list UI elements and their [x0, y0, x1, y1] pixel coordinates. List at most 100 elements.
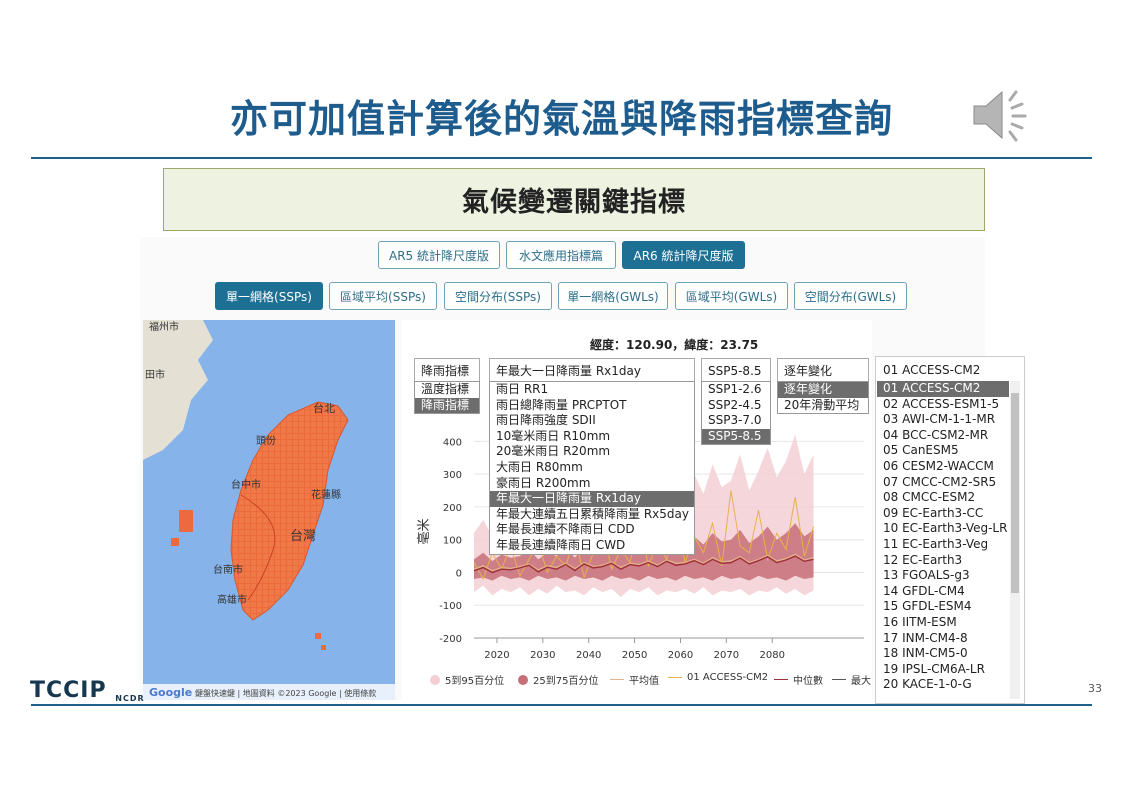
legend-mean-label: 平均值 — [629, 676, 659, 687]
legend-median-label: 中位數 — [793, 676, 823, 687]
index-option[interactable]: 豪雨日 R200mm — [490, 476, 694, 492]
index-option[interactable]: 年最長連續不降雨日 CDD — [490, 522, 694, 538]
taiwan-grid[interactable] — [230, 401, 349, 621]
category-option-rain[interactable]: 降雨指標 — [415, 397, 479, 414]
category-select[interactable]: 降雨指標 — [414, 358, 480, 382]
scenario-option[interactable]: SSP3-7.0 — [702, 413, 770, 429]
legend-model-swatch — [668, 677, 682, 678]
legend-model[interactable]: 01 ACCESS-CM2 — [668, 672, 768, 683]
model-option[interactable]: 12 EC-Earth3 — [877, 553, 1009, 569]
index-option[interactable]: 大雨日 R80mm — [490, 460, 694, 476]
x-tick-label: 2040 — [576, 650, 601, 661]
model-option[interactable]: 06 CESM2-WACCM — [877, 459, 1009, 475]
index-option[interactable]: 雨日總降雨量 PRCPTOT — [490, 398, 694, 414]
model-option[interactable]: 08 CMCC-ESM2 — [877, 490, 1009, 506]
model-list: 01 ACCESS-CM2 02 ACCESS-ESM1-5 03 AWI-CM-1… — [877, 381, 1009, 693]
scenario-option[interactable]: SSP1-2.6 — [702, 382, 770, 398]
legend-median[interactable]: 中位數 — [774, 672, 823, 687]
change-option[interactable]: 20年滑動平均 — [778, 398, 868, 414]
category-option-temp[interactable]: 溫度指標 — [415, 382, 479, 398]
tab-ar5[interactable]: AR5 統計降尺度版 — [378, 241, 500, 269]
tab-single-grid-gwls[interactable]: 單一網格(GWLs) — [558, 282, 668, 310]
scenario-list: SSP1-2.6 SSP2-4.5 SSP3-7.0 SSP5-8.5 — [701, 381, 771, 446]
model-option[interactable]: 02 ACCESS-ESM1-5 — [877, 397, 1009, 413]
index-option[interactable]: 雨日降雨強度 SDII — [490, 413, 694, 429]
x-tick-label: 2070 — [714, 650, 739, 661]
green-island — [321, 645, 326, 650]
model-option[interactable]: 11 EC-Earth3-Veg — [877, 537, 1009, 553]
index-option[interactable]: 年最大一日降雨量 Rx1day — [490, 491, 694, 507]
speaker-icon[interactable] — [968, 86, 1030, 144]
index-option[interactable]: 20毫米雨日 R20mm — [490, 444, 694, 460]
legend-max[interactable]: 最大 — [832, 672, 871, 687]
model-option[interactable]: 10 EC-Earth3-Veg-LR — [877, 521, 1009, 537]
model-scrollbar-thumb[interactable] — [1011, 393, 1019, 593]
subtitle-box: 氣候變遷關鍵指標 — [163, 168, 985, 231]
tccip-logo-text: TCCIP — [30, 678, 107, 703]
model-option[interactable]: 13 FGOALS-g3 — [877, 568, 1009, 584]
label-taiwan: 台灣 — [290, 529, 316, 544]
title-divider — [31, 157, 1092, 159]
index-select[interactable]: 年最大一日降雨量 Rx1day — [489, 358, 695, 382]
tab-area-avg-ssps[interactable]: 區域平均(SSPs) — [329, 282, 437, 310]
legend-p5-95-swatch — [430, 674, 440, 685]
model-option[interactable]: 14 GFDL-CM4 — [877, 584, 1009, 600]
model-option[interactable]: 01 ACCESS-CM2 — [877, 381, 1009, 397]
legend-max-label: 最大 — [851, 676, 871, 687]
model-option[interactable]: 05 CanESM5 — [877, 443, 1009, 459]
label-tainan: 台南市 — [213, 563, 243, 576]
change-list: 逐年變化 20年滑動平均 — [777, 381, 869, 415]
index-option[interactable]: 10毫米雨日 R10mm — [490, 429, 694, 445]
index-option[interactable]: 雨日 RR1 — [490, 382, 694, 398]
model-select[interactable]: 01 ACCESS-CM2 — [877, 358, 1021, 382]
scenario-select[interactable]: SSP5-8.5 — [701, 358, 771, 382]
tab-spatial-gwls[interactable]: 空間分布(GWLs) — [794, 282, 907, 310]
legend-p5-95[interactable]: 5到95百分位 — [430, 672, 504, 687]
model-option[interactable]: 20 KACE-1-0-G — [877, 677, 1009, 693]
model-option[interactable]: 18 INM-CM5-0 — [877, 646, 1009, 662]
y-tick-label: 100 — [443, 536, 462, 547]
model-option[interactable]: 19 IPSL-CM6A-LR — [877, 662, 1009, 678]
model-option[interactable]: 07 CMCC-CM2-SR5 — [877, 475, 1009, 491]
footer-divider — [31, 704, 1092, 706]
page-number: 33 — [1088, 682, 1102, 695]
model-option[interactable]: 04 BCC-CSM2-MR — [877, 428, 1009, 444]
y-tick-label: 300 — [443, 470, 462, 481]
penghu — [179, 510, 193, 532]
tab-hydro[interactable]: 水文應用指標篇 — [506, 241, 616, 269]
tab-single-grid-ssps[interactable]: 單一網格(SSPs) — [215, 282, 323, 310]
label-hualien: 花蓮縣 — [311, 488, 341, 501]
model-scrollbar[interactable] — [1010, 381, 1020, 699]
y-tick-label: 0 — [456, 568, 462, 579]
model-option[interactable]: 09 EC-Earth3-CC — [877, 506, 1009, 522]
tab-ar6[interactable]: AR6 統計降尺度版 — [622, 241, 745, 269]
label-taipei: 台北 — [313, 401, 335, 415]
change-select[interactable]: 逐年變化 — [777, 358, 869, 382]
category-list: 溫度指標 降雨指標 — [414, 381, 480, 415]
y-tick-label: -200 — [439, 634, 462, 645]
google-logo: Google — [149, 686, 192, 699]
tab-area-avg-gwls[interactable]: 區域平均(GWLs) — [675, 282, 788, 310]
model-option[interactable]: 16 IITM-ESM — [877, 615, 1009, 631]
legend-p25-75-swatch — [518, 674, 528, 685]
legend-mean[interactable]: 平均值 — [610, 672, 659, 687]
index-option[interactable]: 年最大連續五日累積降雨量 Rx5day — [490, 507, 694, 523]
x-tick-label: 2080 — [760, 650, 785, 661]
map-attribution[interactable]: 鍵盤快速鍵 | 地圖資料 ©2023 Google | 使用條款 — [195, 688, 376, 698]
map[interactable]: 福州市 田市 台北 頭份 台中市 花蓮縣 台灣 台南市 高雄市 Google 鍵… — [143, 320, 395, 700]
slide-title: 亦可加值計算後的氣溫與降雨指標查詢 — [229, 97, 893, 141]
legend-p25-75[interactable]: 25到75百分位 — [518, 672, 598, 687]
model-option[interactable]: 17 INM-CM4-8 — [877, 631, 1009, 647]
legend-max-swatch — [832, 679, 846, 680]
legend-p5-95-label: 5到95百分位 — [445, 676, 505, 687]
label-putian: 田市 — [145, 368, 165, 381]
model-option[interactable]: 03 AWI-CM-1-1-MR — [877, 412, 1009, 428]
model-option[interactable]: 15 GFDL-ESM4 — [877, 599, 1009, 615]
scenario-option[interactable]: SSP2-4.5 — [702, 398, 770, 414]
index-option[interactable]: 年最長連續降雨日 CWD — [490, 538, 694, 554]
scenario-option[interactable]: SSP5-8.5 — [702, 428, 770, 445]
y-tick-label: 400 — [443, 437, 462, 448]
tab-spatial-ssps[interactable]: 空間分布(SSPs) — [444, 282, 552, 310]
change-option[interactable]: 逐年變化 — [778, 382, 868, 398]
mainland — [143, 320, 213, 460]
